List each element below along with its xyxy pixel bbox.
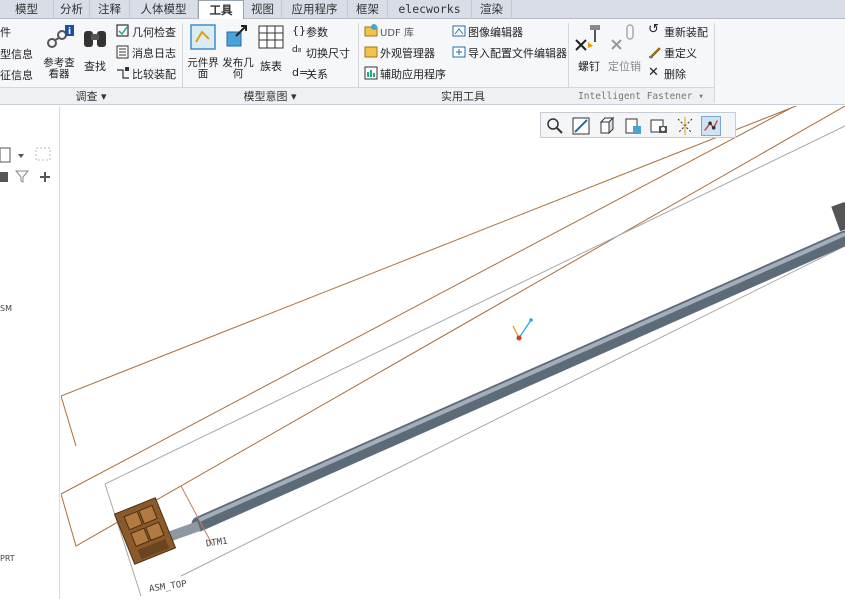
- refit-icon[interactable]: [571, 116, 591, 136]
- spin-center-icon[interactable]: [701, 116, 721, 136]
- udf-library-button[interactable]: UDF 库: [380, 24, 414, 39]
- screw-button[interactable]: 螺钉: [578, 58, 600, 74]
- component-interface-icon: [190, 24, 216, 50]
- image-editor-icon: [452, 25, 466, 37]
- compare-assembly-icon: [117, 67, 129, 79]
- ribbon-tab-bar: 模型 分析 注释 人体模型 工具 视图 应用程序 框架 elecworks 渲染: [0, 0, 845, 20]
- graphics-viewport[interactable]: DTM1 ASM_TOP: [61, 106, 845, 599]
- tab-view[interactable]: 视图: [244, 0, 282, 19]
- model-tree-item[interactable]: PRT: [0, 554, 15, 563]
- auxiliary-apps-icon: [364, 66, 378, 80]
- auxiliary-apps-button[interactable]: 辅助应用程序: [380, 66, 446, 82]
- group-label-utilities: 实用工具: [358, 87, 568, 104]
- rod-shape: [191, 230, 845, 532]
- saved-views-icon[interactable]: [623, 116, 643, 136]
- reassemble-icon: ↺: [648, 22, 659, 37]
- tab-model[interactable]: 模型: [0, 0, 54, 19]
- model-tree-panel: SM PRT: [0, 106, 60, 599]
- compare-assembly-button[interactable]: 比较装配: [132, 66, 176, 82]
- relations-button[interactable]: 关系: [306, 66, 328, 82]
- ribbon-item-partial-1[interactable]: 件: [0, 24, 11, 40]
- redefine-icon: [649, 47, 661, 59]
- family-table-button[interactable]: 族表: [260, 58, 282, 74]
- geometry-check-icon: [116, 24, 129, 37]
- ribbon-item-partial-3[interactable]: 征信息: [0, 67, 33, 83]
- parameters-button[interactable]: 参数: [306, 24, 328, 40]
- svg-text:i: i: [68, 27, 71, 37]
- tab-manikin[interactable]: 人体模型: [130, 0, 198, 19]
- udf-library-icon: [364, 24, 378, 37]
- message-log-button[interactable]: 消息日志: [132, 45, 176, 61]
- tab-annotate[interactable]: 注释: [90, 0, 130, 19]
- family-table-icon: [258, 25, 284, 49]
- group-label-investigate[interactable]: 调查 ▾: [0, 87, 182, 104]
- tab-tools[interactable]: 工具: [198, 0, 244, 20]
- switch-dimensions-icon: d₈: [292, 45, 302, 55]
- tab-applications[interactable]: 应用程序: [282, 0, 348, 19]
- model-tree-item[interactable]: SM: [0, 304, 12, 313]
- reference-viewer-icon: i: [47, 25, 74, 48]
- zoom-icon[interactable]: [545, 116, 565, 136]
- delete-icon: ✕: [648, 65, 659, 80]
- rod-end-block: [831, 201, 845, 232]
- view-manager-icon[interactable]: [649, 116, 669, 136]
- binoculars-icon: [84, 31, 106, 47]
- appearance-manager-icon: [364, 46, 378, 58]
- group-label-intelligent-fastener[interactable]: Intelligent Fastener ▾: [568, 87, 714, 104]
- tab-elecworks[interactable]: elecworks: [388, 0, 472, 19]
- switch-dimensions-button[interactable]: 切换尺寸: [306, 45, 350, 61]
- locating-pin-icon: [611, 24, 634, 50]
- find-button[interactable]: 查找: [84, 58, 106, 74]
- rod-highlight: [198, 232, 845, 522]
- ribbon: 件 型信息 征信息 i 参考查看器 查找 几何检查 消息日志 比较装配 调查 ▾…: [0, 19, 845, 105]
- datum-plane-edge: [61, 107, 792, 397]
- geometry-check-button[interactable]: 几何检查: [132, 24, 176, 40]
- reassemble-button[interactable]: 重新装配: [664, 24, 708, 40]
- tab-render[interactable]: 渲染: [472, 0, 512, 19]
- import-config-editor-button[interactable]: 导入配置文件编辑器: [468, 45, 567, 61]
- redefine-button[interactable]: 重定义: [664, 45, 697, 61]
- component-interface-button[interactable]: 元件界面: [186, 58, 220, 80]
- model-render: [61, 106, 845, 597]
- tab-analysis[interactable]: 分析: [54, 0, 90, 19]
- ribbon-item-partial-2[interactable]: 型信息: [0, 46, 33, 62]
- parameters-icon: {}: [292, 24, 306, 37]
- message-log-icon: [116, 45, 129, 59]
- model-tree-toolbar: [0, 147, 51, 183]
- datum-plane: [61, 106, 845, 547]
- appearance-manager-button[interactable]: 外观管理器: [380, 45, 435, 61]
- datum-display-icon[interactable]: [675, 116, 695, 136]
- reference-viewer-button[interactable]: 参考查看器: [40, 58, 78, 80]
- publish-geometry-icon: [226, 25, 247, 47]
- group-label-model-intent[interactable]: 模型意图 ▾: [182, 87, 358, 104]
- tab-framework[interactable]: 框架: [348, 0, 388, 19]
- delete-button[interactable]: 删除: [664, 66, 686, 82]
- screw-icon: [575, 25, 600, 51]
- graphics-toolbar: [540, 112, 736, 138]
- publish-geometry-button[interactable]: 发布几何: [222, 58, 254, 80]
- locating-pin-button[interactable]: 定位销: [608, 58, 641, 74]
- image-editor-button[interactable]: 图像编辑器: [468, 24, 523, 40]
- coordinate-system-icon: [512, 318, 533, 341]
- import-config-editor-icon: [452, 46, 466, 58]
- display-style-icon[interactable]: [597, 116, 617, 136]
